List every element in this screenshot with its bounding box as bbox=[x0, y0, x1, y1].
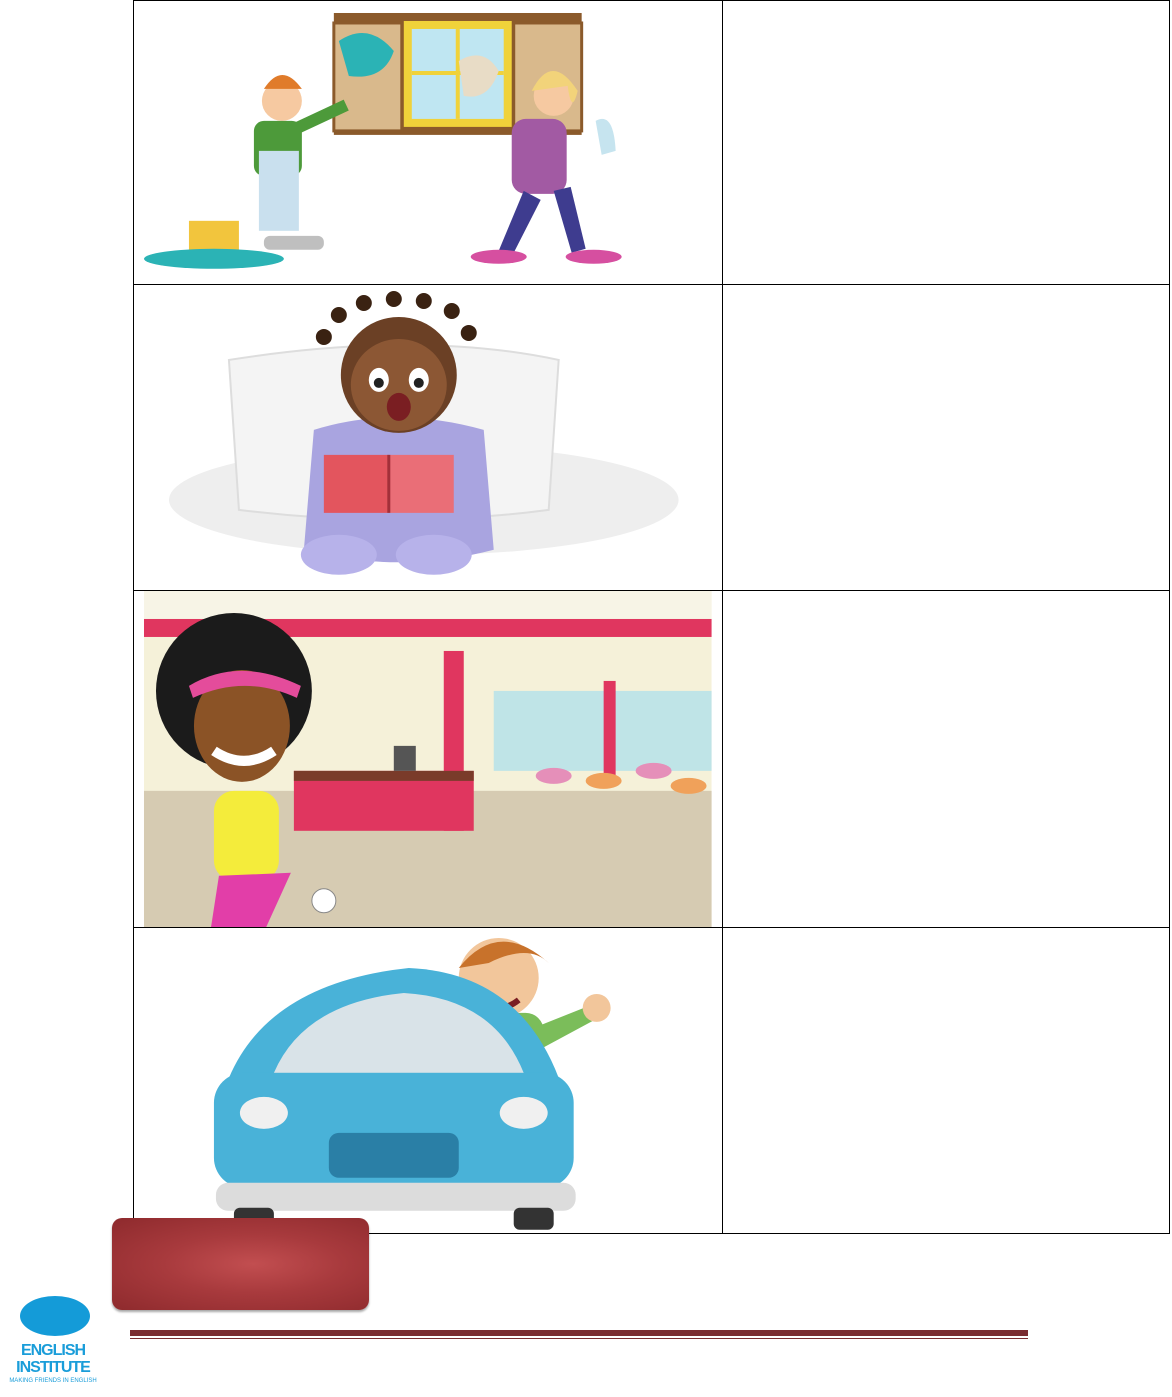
logo-tagline: MAKING FRIENDS IN ENGLISH bbox=[9, 1378, 97, 1384]
girl-crying-illustration bbox=[168, 290, 679, 575]
picture-cell bbox=[133, 283, 723, 591]
worksheet-table bbox=[133, 0, 1171, 1235]
table-row bbox=[133, 0, 1171, 285]
footer-rule-thin bbox=[130, 1338, 1028, 1339]
english-institute-logo: ENGLISH INSTITUTE MAKING FRIENDS IN ENGL… bbox=[2, 1290, 104, 1396]
table-row bbox=[133, 283, 1171, 591]
section-tab bbox=[112, 1218, 369, 1310]
footer-rule bbox=[130, 1330, 1028, 1336]
logo-oval bbox=[20, 1296, 90, 1336]
picture-cell bbox=[133, 0, 723, 285]
picture-cell bbox=[133, 589, 723, 929]
answer-cell[interactable] bbox=[721, 0, 1171, 285]
table-row bbox=[133, 589, 1171, 929]
logo-line2: INSTITUTE bbox=[16, 1359, 91, 1376]
answer-cell[interactable] bbox=[721, 283, 1171, 591]
answer-cell[interactable] bbox=[721, 927, 1171, 1235]
table-row bbox=[133, 927, 1171, 1235]
restaurant-illustration bbox=[143, 590, 712, 928]
picture-cell bbox=[133, 927, 723, 1235]
logo-line1: ENGLISH bbox=[20, 1342, 86, 1359]
cleaning-window-illustration bbox=[143, 12, 622, 269]
angry-driver-illustration bbox=[213, 938, 611, 1231]
answer-cell[interactable] bbox=[721, 589, 1171, 929]
